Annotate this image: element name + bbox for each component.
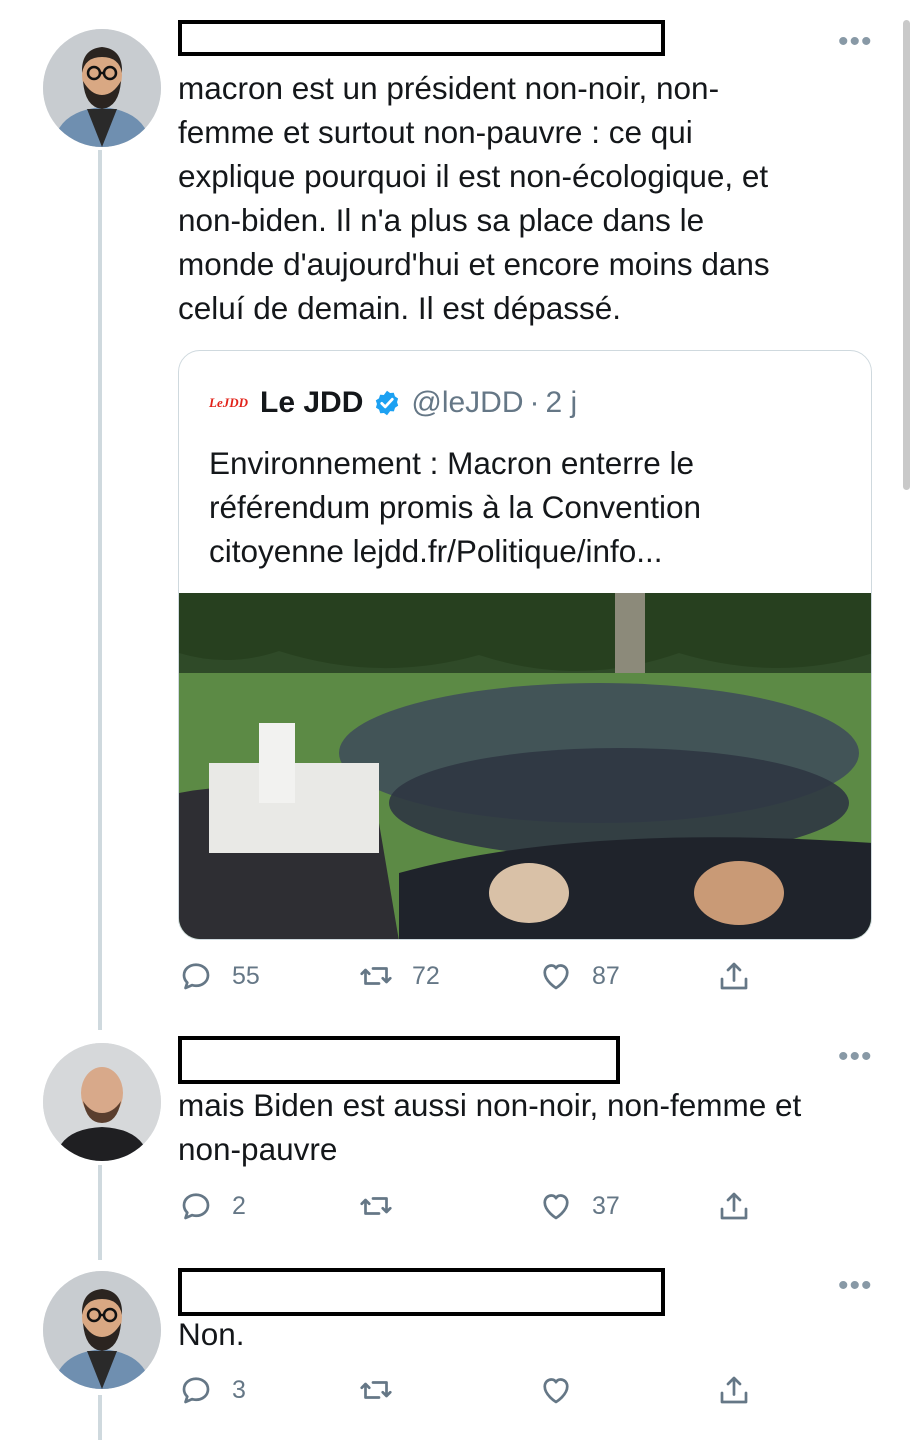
like-button[interactable]: 37 (538, 1188, 620, 1224)
reply-icon (182, 963, 210, 990)
more-options-icon[interactable]: ••• (838, 1042, 873, 1072)
tweet-text: mais Biden est aussi non-noir, non-femme… (178, 1087, 802, 1167)
heart-icon (543, 1194, 569, 1220)
share-button[interactable] (716, 1188, 770, 1224)
share-button[interactable] (716, 1372, 770, 1408)
reply-button[interactable]: 55 (178, 958, 260, 994)
reply-count: 2 (232, 1191, 246, 1220)
avatar-bearded-man-icon (43, 1271, 161, 1389)
avatar[interactable] (43, 1043, 161, 1161)
avatar-bald-man-icon (43, 1043, 161, 1161)
retweet-button[interactable] (358, 1372, 412, 1408)
avatar[interactable] (43, 1271, 161, 1389)
retweet-button[interactable] (358, 1188, 412, 1224)
retweet-icon (360, 1381, 392, 1399)
quoted-author-handle[interactable]: @leJDD (411, 386, 523, 420)
share-icon (720, 962, 748, 990)
more-options-icon[interactable]: ••• (838, 1271, 873, 1301)
verified-badge-icon (373, 389, 401, 417)
retweet-icon (360, 967, 392, 985)
reply-count: 3 (232, 1375, 246, 1404)
reply-icon (182, 1377, 210, 1404)
reply-count: 55 (232, 961, 260, 990)
tweet-text: Non. (178, 1316, 245, 1352)
avatar[interactable] (43, 29, 161, 147)
like-button[interactable]: 87 (538, 958, 620, 994)
avatar-bearded-man-icon (43, 29, 161, 147)
quoted-tweet-header: LeJDD Le JDD @leJDD · 2 j (209, 381, 577, 425)
scrollbar[interactable] (903, 20, 910, 490)
redacted-username (178, 1036, 620, 1084)
more-options-icon[interactable]: ••• (838, 27, 873, 57)
like-button[interactable] (538, 1372, 592, 1408)
reply-icon (182, 1193, 210, 1220)
redacted-username (178, 20, 665, 56)
share-icon (720, 1192, 748, 1220)
garden-meeting-photo (179, 593, 871, 939)
lejdd-logo: LeJDD (209, 395, 248, 410)
quoted-tweet-text: Environnement : Macron enterre le référe… (209, 445, 702, 569)
retweet-count: 72 (412, 961, 440, 990)
heart-icon (543, 1378, 569, 1404)
share-icon (720, 1376, 748, 1404)
thread-line (98, 150, 102, 1030)
heart-icon (543, 964, 569, 990)
thread-line (98, 1395, 102, 1440)
quoted-tweet[interactable]: LeJDD Le JDD @leJDD · 2 j Environnement … (178, 350, 872, 940)
reply-button[interactable]: 3 (178, 1372, 246, 1408)
share-button[interactable] (716, 958, 770, 994)
thread-line (98, 1165, 102, 1260)
like-count: 87 (592, 961, 620, 990)
like-count: 37 (592, 1191, 620, 1220)
reply-button[interactable]: 2 (178, 1188, 246, 1224)
quoted-author-name[interactable]: Le JDD (260, 386, 363, 420)
separator-dot: · (529, 386, 540, 419)
retweet-button[interactable]: 72 (358, 958, 440, 994)
quoted-timestamp[interactable]: 2 j (546, 386, 578, 420)
quoted-tweet-image[interactable] (179, 593, 871, 939)
redacted-username (178, 1268, 665, 1316)
retweet-icon (360, 1197, 392, 1215)
tweet-text: macron est un président non-noir, non- f… (178, 70, 770, 326)
